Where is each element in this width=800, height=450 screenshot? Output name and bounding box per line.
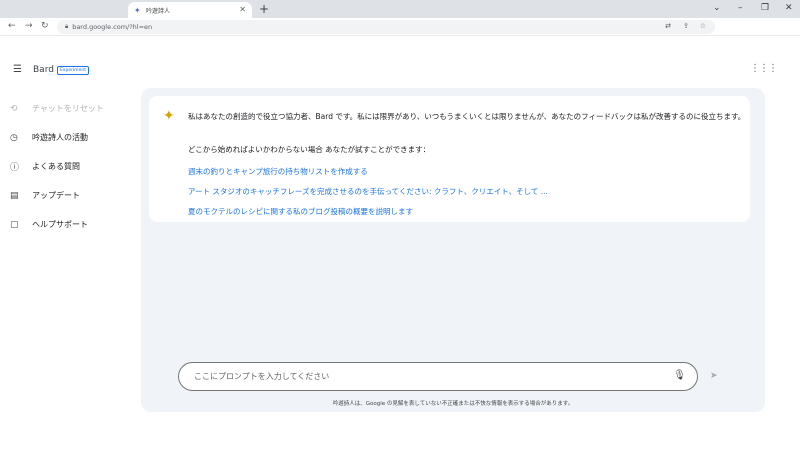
sidebar-item-reset-chat[interactable]: ⟲ チャットをリセット bbox=[10, 94, 130, 123]
restore-icon[interactable]: ❐ bbox=[761, 3, 769, 13]
menu-icon[interactable]: ☰ bbox=[13, 64, 22, 75]
feedback-icon: ▢ bbox=[10, 219, 19, 230]
share-icon[interactable]: ⇪ bbox=[683, 22, 689, 30]
forward-icon[interactable]: → bbox=[25, 21, 33, 31]
sidebar-item-label: よくある質問 bbox=[32, 162, 80, 171]
sidebar-item-activity[interactable]: ◷ 吟遊詩人の活動 bbox=[10, 123, 130, 152]
bookmark-star-icon[interactable]: ☆ bbox=[700, 22, 706, 30]
new-tab-icon[interactable]: + bbox=[259, 2, 269, 16]
greeting-text: 私はあなたの創造的で役立つ協力者、Bard です。私には限界があり、いつもうまく… bbox=[188, 112, 746, 121]
browser-tab-strip: ✦ 吟遊詩人 ✕ + ⌄ – ❐ ✕ bbox=[0, 0, 800, 18]
bard-spark-icon: ✦ bbox=[134, 5, 141, 15]
reset-icon: ⟲ bbox=[10, 103, 18, 114]
calendar-icon: ▤ bbox=[10, 190, 19, 201]
minimize-icon[interactable]: – bbox=[738, 3, 743, 13]
close-icon[interactable]: ✕ bbox=[239, 5, 246, 14]
sidebar-item-label: チャットをリセット bbox=[32, 104, 104, 113]
reload-icon[interactable]: ↻ bbox=[41, 21, 49, 31]
bard-spark-icon: ✦ bbox=[163, 108, 175, 124]
suggestion-link[interactable]: 週末の釣りとキャンプ旅行の持ち物リストを作成する bbox=[188, 166, 368, 177]
back-icon[interactable]: ← bbox=[8, 21, 16, 31]
brand-name: Bard bbox=[33, 65, 54, 75]
sidebar: ⟲ チャットをリセット ◷ 吟遊詩人の活動 ⓘ よくある質問 ▤ アップデート … bbox=[10, 94, 130, 239]
app-brand: Bard Experiment bbox=[33, 65, 89, 75]
disclaimer-text: 吟遊詩人は、Google の見解を表していない不正確または不快な情報を表示する場… bbox=[332, 401, 574, 407]
lock-icon[interactable]: 🔒︎ bbox=[65, 23, 68, 31]
url-field[interactable]: 🔒︎ bard.google.com/?hl=en ⇄ ⇪ ☆ bbox=[57, 20, 715, 34]
prompt-input[interactable]: ここにプロンプトを入力してください 🎙︎ bbox=[178, 362, 698, 391]
address-bar-row: ← → ↻ 🔒︎ bard.google.com/?hl=en ⇄ ⇪ ☆ bbox=[0, 18, 800, 36]
welcome-card: ✦ 私はあなたの創造的で役立つ協力者、Bard です。私には限界があり、いつもう… bbox=[149, 96, 750, 222]
sidebar-item-label: アップデート bbox=[32, 191, 80, 200]
browser-tab[interactable]: ✦ 吟遊詩人 ✕ bbox=[128, 2, 252, 18]
experiment-badge: Experiment bbox=[56, 65, 89, 75]
history-icon: ◷ bbox=[10, 132, 18, 143]
sidebar-item-label: ヘルプサポート bbox=[32, 220, 88, 229]
help-icon: ⓘ bbox=[10, 163, 20, 173]
suggestion-lead: どこから始めればよいかわからない場合 あなたが試すことができます： bbox=[188, 145, 431, 154]
suggestion-link[interactable]: 夏のモクテルのレシピに関する私のブログ投稿の概要を説明します bbox=[188, 206, 413, 217]
sidebar-item-help-support[interactable]: ▢ ヘルプサポート bbox=[10, 210, 130, 239]
sidebar-item-label: 吟遊詩人の活動 bbox=[32, 133, 88, 142]
sidebar-item-updates[interactable]: ▤ アップデート bbox=[10, 181, 130, 210]
sidebar-item-faq[interactable]: ⓘ よくある質問 bbox=[10, 152, 130, 181]
microphone-icon[interactable]: 🎙︎ bbox=[673, 370, 686, 381]
translate-icon[interactable]: ⇄ bbox=[665, 22, 671, 30]
send-icon[interactable]: ➤ bbox=[710, 371, 718, 381]
prompt-placeholder: ここにプロンプトを入力してください bbox=[194, 372, 330, 381]
tab-title: 吟遊詩人 bbox=[146, 7, 171, 15]
apps-grid-icon[interactable]: ⋮⋮⋮ bbox=[750, 63, 778, 74]
suggestion-link[interactable]: アート スタジオのキャッチフレーズを完成させるのを手伝ってください: クラフト、… bbox=[188, 186, 548, 197]
url-text: bard.google.com/?hl=en bbox=[72, 23, 153, 31]
chevron-down-icon[interactable]: ⌄ bbox=[713, 3, 721, 13]
window-close-icon[interactable]: ✕ bbox=[785, 3, 793, 13]
